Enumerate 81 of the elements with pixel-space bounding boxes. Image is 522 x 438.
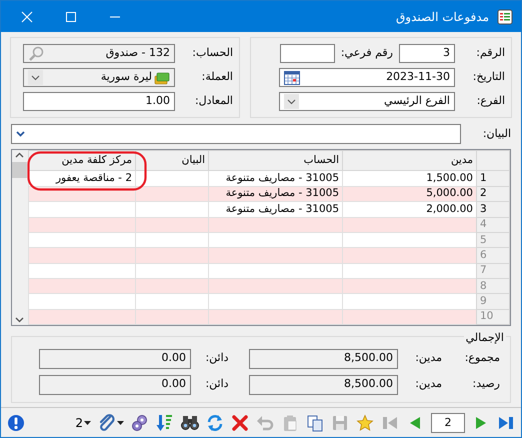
table-cell: 31005 - مصاريف متنوعة bbox=[226, 202, 339, 215]
info-button[interactable] bbox=[7, 414, 25, 432]
column-header[interactable]: الحساب bbox=[304, 154, 339, 166]
field-label: المعادل: bbox=[194, 93, 233, 110]
field-label: رقم فرعي: bbox=[341, 45, 393, 62]
debit-total-field[interactable]: 8,500.00 bbox=[249, 348, 398, 368]
scroll-thumb[interactable] bbox=[12, 162, 27, 178]
window-title: مدفوعات الصندوق bbox=[396, 10, 489, 24]
field-label: مدين: bbox=[414, 376, 442, 392]
field-label: العملة: bbox=[200, 69, 233, 86]
dropdown-button[interactable] bbox=[84, 420, 91, 424]
chevron-down-icon bbox=[31, 74, 40, 80]
rate-field[interactable]: 1.00 bbox=[23, 92, 175, 111]
scroll-up-icon[interactable] bbox=[15, 152, 24, 158]
undo-icon bbox=[256, 414, 274, 432]
dropdown-button[interactable] bbox=[117, 420, 124, 424]
table-cell: 5,000.00 bbox=[426, 187, 473, 200]
field-label: رصيد: bbox=[472, 376, 500, 392]
gears-icon bbox=[131, 414, 149, 432]
statement-field[interactable] bbox=[11, 124, 461, 144]
row-number: 8 bbox=[480, 280, 487, 292]
refresh-icon bbox=[206, 414, 224, 432]
currency-select[interactable]: ليرة سورية bbox=[23, 68, 175, 87]
field-label: الرقم: bbox=[475, 45, 505, 62]
field-label: مجموع: bbox=[464, 350, 500, 366]
search-icon bbox=[28, 46, 44, 62]
money-icon bbox=[154, 70, 170, 84]
scroll-down-icon[interactable] bbox=[15, 317, 24, 323]
page-number-field[interactable]: 2 bbox=[431, 412, 465, 432]
row-number: 2 bbox=[480, 187, 487, 200]
field-label: البيان: bbox=[482, 126, 511, 142]
sort-icon bbox=[156, 414, 174, 432]
branch-select[interactable]: الفرع الرئيسي bbox=[279, 92, 455, 111]
info-icon bbox=[7, 414, 25, 432]
row-number: 3 bbox=[480, 202, 487, 215]
debit-total-field[interactable]: 8,500.00 bbox=[249, 374, 398, 394]
row-number: 6 bbox=[480, 248, 487, 261]
date-field[interactable]: 2023-11-30 bbox=[279, 68, 455, 87]
calendar-icon bbox=[284, 70, 300, 86]
field-label: التاريخ: bbox=[472, 69, 505, 86]
row-number: 10 bbox=[480, 310, 494, 322]
credit-total-field[interactable]: 0.00 bbox=[39, 348, 191, 368]
group-title: الإجمالي bbox=[464, 330, 506, 346]
chevron-down-icon bbox=[287, 98, 296, 104]
number-field[interactable]: 3 bbox=[399, 44, 455, 63]
table-cell: 2,000.00 bbox=[426, 202, 473, 215]
field-label: دائن: bbox=[204, 376, 230, 392]
row-number: 5 bbox=[480, 234, 487, 246]
row-number: 4 bbox=[480, 218, 487, 230]
row-number: 7 bbox=[480, 264, 487, 276]
app-icon bbox=[497, 8, 513, 24]
credit-total-field[interactable]: 0.00 bbox=[39, 374, 191, 394]
close-icon bbox=[21, 10, 33, 22]
field-label: الحساب: bbox=[191, 45, 233, 62]
chevron-down-icon bbox=[16, 131, 25, 137]
attachment-count: 2 bbox=[75, 414, 83, 432]
paperclip-icon bbox=[98, 414, 116, 432]
field-label: دائن: bbox=[204, 350, 230, 366]
toolbar-button[interactable] bbox=[131, 414, 149, 432]
caret-icon bbox=[117, 420, 124, 424]
field-label: الفرع: bbox=[476, 93, 505, 110]
copy-icon bbox=[306, 414, 324, 432]
binoculars-icon bbox=[181, 414, 199, 432]
maximize-icon bbox=[65, 10, 77, 22]
table-cell: 31005 - مصاريف متنوعة bbox=[226, 187, 339, 200]
star-icon bbox=[356, 414, 374, 432]
account-field[interactable]: 132 - صندوق bbox=[23, 44, 175, 63]
field-label: مدين: bbox=[414, 350, 442, 366]
table-cell: 1,500.00 bbox=[426, 172, 473, 184]
caret-icon bbox=[84, 420, 91, 424]
row-number: 9 bbox=[480, 294, 487, 307]
sub-number-field[interactable] bbox=[280, 44, 335, 63]
scrollbar[interactable] bbox=[12, 150, 28, 325]
delete-icon bbox=[231, 414, 249, 432]
row-number: 1 bbox=[480, 172, 487, 184]
table-cell: 31005 - مصاريف متنوعة bbox=[226, 172, 339, 184]
table-cell: 2 - مناقصة يعفور bbox=[56, 172, 132, 184]
column-header[interactable]: البيان bbox=[182, 154, 205, 166]
toolbar-button[interactable] bbox=[181, 414, 199, 432]
column-header[interactable]: مدين bbox=[450, 154, 473, 166]
clipboard-icon bbox=[281, 414, 299, 432]
